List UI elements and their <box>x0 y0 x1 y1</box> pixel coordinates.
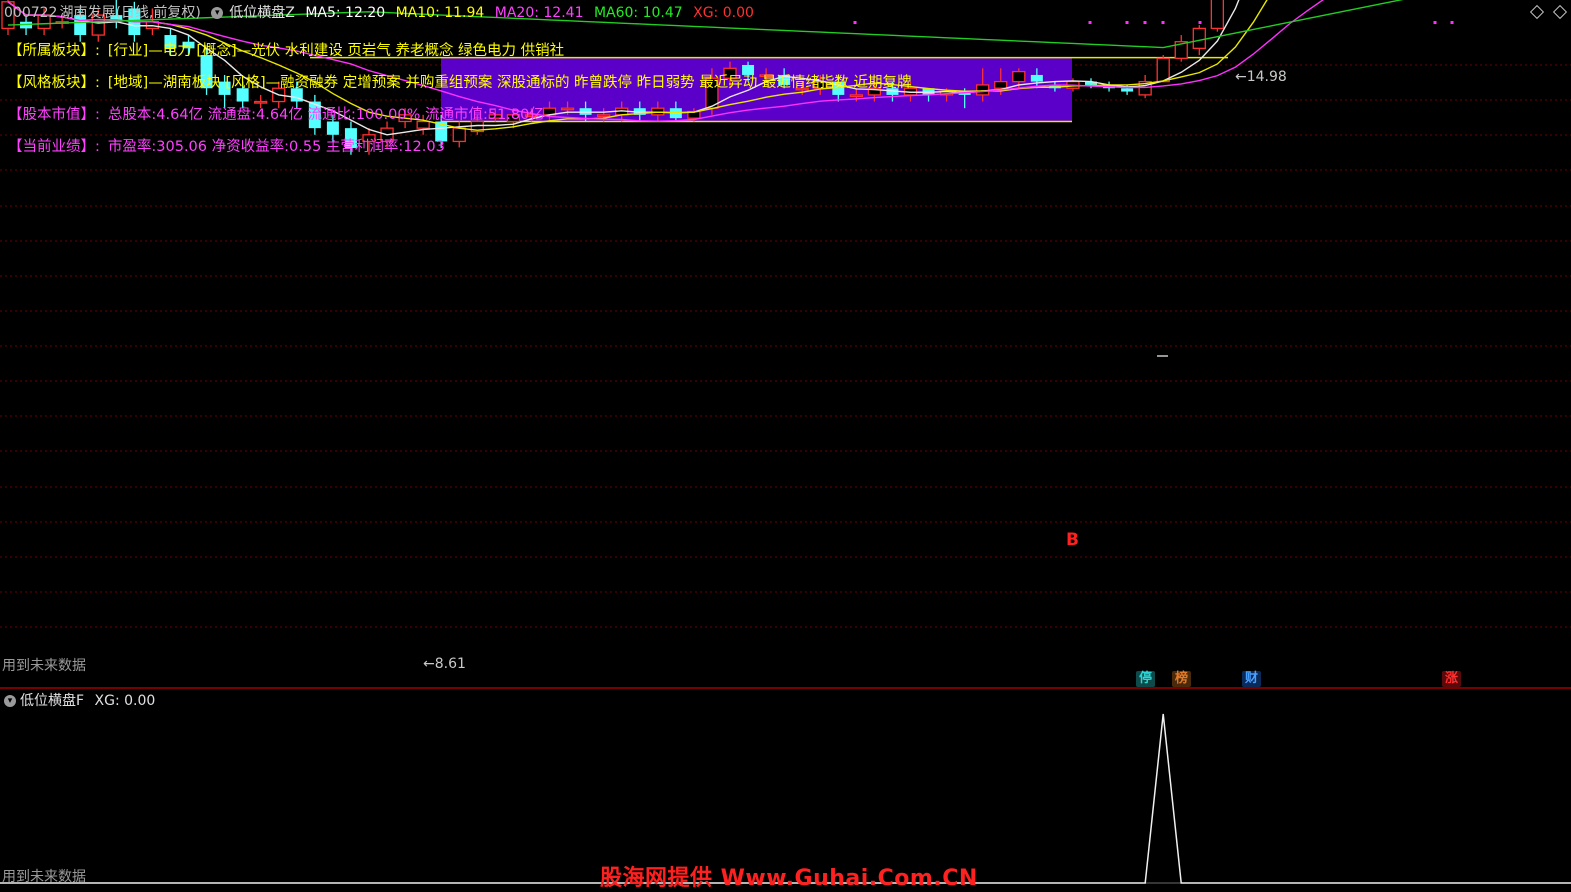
candle-body-up <box>452 127 466 143</box>
sub-panel-header: ▾ 低位横盘F XG: 0.00 <box>4 690 155 710</box>
top-marker <box>1161 21 1165 24</box>
info-label: 【当前业绩】: <box>8 139 100 155</box>
ma60-value: MA60: 10.47 <box>593 5 683 21</box>
stock-code[interactable]: 000722 <box>4 5 57 21</box>
top-marker <box>1198 21 1202 24</box>
dropdown-icon[interactable]: ▾ <box>4 695 16 707</box>
event-tag-halt[interactable]: 停 <box>1136 671 1156 687</box>
event-tag-label: 停 <box>1139 671 1153 686</box>
top-marker <box>853 21 857 24</box>
stock-name[interactable]: 湖南发展(日线,前复权) <box>59 5 200 21</box>
buy-signal-label: B <box>1066 530 1079 550</box>
ma10-value: MA10: 11.94 <box>395 5 485 21</box>
top-marker <box>1143 21 1147 24</box>
sub-future-data-note: 用到未来数据 <box>2 869 86 885</box>
candle-body-up <box>560 107 575 111</box>
main-header: 000722 湖南发展(日线,前复权) ▾ 低位横盘Z MA5: 12.20 MA1… <box>4 3 760 23</box>
high-price-label: ←14.98 <box>1235 69 1287 85</box>
info-label: 【风格板块】: <box>8 75 100 91</box>
future-data-note: 用到未来数据 <box>2 658 86 674</box>
info-row-style: 【风格板块】: [地域]—湖南板块 [风格]—融资融券 定增预案 并购重组预案 深… <box>8 71 912 92</box>
info-text: [行业]—电力 [概念]—光伏 水利建设 页岩气 养老概念 绿色电力 供销社 <box>107 43 565 59</box>
info-label: 【股本市值】: <box>8 107 100 123</box>
sub-xg-value: XG: 0.00 <box>94 693 156 709</box>
low-price-label: ←8.61 <box>423 656 466 672</box>
candle-body-up <box>1012 70 1026 83</box>
event-tag-list[interactable]: 榜 <box>1172 671 1192 687</box>
candle-body-down <box>1030 74 1043 82</box>
candle-body-up <box>849 94 863 98</box>
kline-chart: ←14.98 ←8.61 B <box>0 0 1571 884</box>
top-marker <box>1125 21 1129 24</box>
event-tag-limit-up[interactable]: 涨 <box>1442 671 1462 687</box>
candle-body-up <box>597 114 611 117</box>
top-marker <box>1088 21 1092 24</box>
candle-body-up <box>1156 57 1170 83</box>
indicator-name[interactable]: 低位横盘Z <box>229 5 295 21</box>
dropdown-icon[interactable]: ▾ <box>211 7 224 19</box>
xg-value: XG: 0.00 <box>693 5 754 21</box>
candle-body-up <box>994 80 1008 89</box>
top-marker <box>1450 21 1454 24</box>
watermark: 股海网提供 Www.Guhai.Com.CN <box>600 866 978 891</box>
candle-body-up <box>1192 27 1206 50</box>
info-row-capital: 【股本市值】: 总股本:4.64亿 流通盘:4.64亿 流通比:100.00% 流… <box>8 103 544 124</box>
candle-body-down <box>1121 88 1134 92</box>
xg-signal-line <box>0 713 1571 884</box>
candle-body-up <box>1210 0 1224 30</box>
info-label: 【所属板块】: <box>8 43 100 59</box>
top-marker <box>1433 21 1437 24</box>
event-tag-label: 财 <box>1245 671 1259 686</box>
info-row-performance: 【当前业绩】: 市盈率:305.06 净资收益率:0.55 主营利润率:12.03 <box>8 135 445 156</box>
info-text: 市盈率:305.06 净资收益率:0.55 主营利润率:12.03 <box>107 139 445 155</box>
sub-indicator-name[interactable]: 低位横盘F <box>20 693 84 709</box>
event-tag-label: 榜 <box>1175 671 1189 686</box>
info-text: 总股本:4.64亿 流通盘:4.64亿 流通比:100.00% 流通市值:51.… <box>107 107 544 123</box>
ma5-value: MA5: 12.20 <box>305 5 386 21</box>
event-tag-label: 涨 <box>1445 671 1459 686</box>
event-tag-finance[interactable]: 财 <box>1242 671 1262 687</box>
info-row-sector: 【所属板块】: [行业]—电力 [概念]—光伏 水利建设 页岩气 养老概念 绿色电… <box>8 39 564 60</box>
grid-lines <box>0 64 1571 884</box>
sub-panel-plot <box>0 713 1571 884</box>
ma20-value: MA20: 12.41 <box>494 5 584 21</box>
info-text: [地域]—湖南板块 [风格]—融资融券 定增预案 并购重组预案 深股通标的 昨曾… <box>107 75 912 91</box>
